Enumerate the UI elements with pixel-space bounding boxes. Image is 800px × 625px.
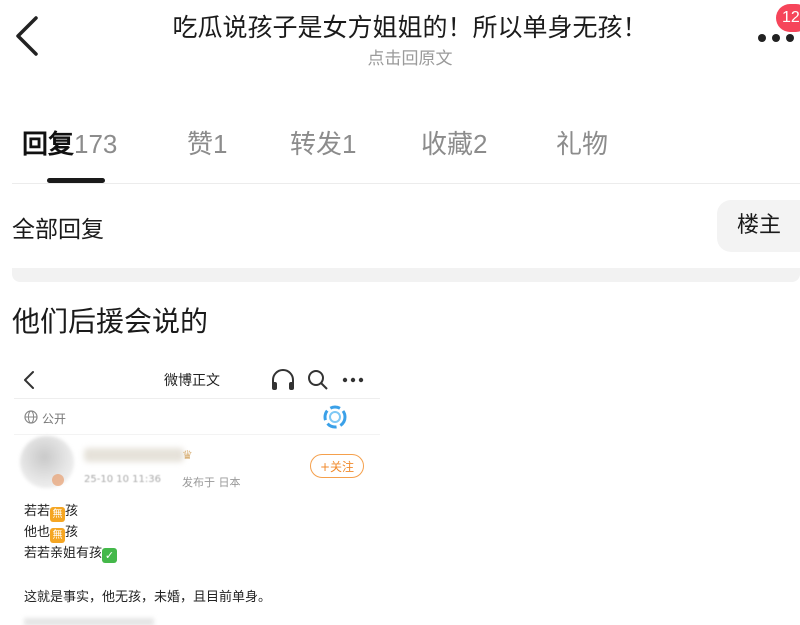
all-replies-heading: 全部回复 [12, 217, 104, 243]
tab-label: 赞 [187, 130, 214, 160]
blurred-username [84, 448, 184, 462]
tab-label: 收藏 [421, 130, 474, 160]
tab-count: 2 [473, 129, 488, 159]
author-only-filter-button[interactable]: 楼主 [717, 200, 800, 252]
post-line: 若若亲姐有孩 ✓ [24, 542, 118, 563]
avatar-badge [52, 474, 64, 486]
line-text: 若若亲姐有孩 [24, 546, 103, 561]
listen-icon [272, 369, 294, 390]
tab-count: 1 [213, 129, 228, 159]
tab-label: 回复 [22, 130, 75, 160]
tab-favorites[interactable]: 收藏2 [421, 124, 487, 161]
avatar [20, 436, 74, 488]
post-location: 发布于 日本 [182, 476, 241, 489]
post-body: 这就是事实，他无孩，未婚，且目前单身。 [24, 590, 272, 605]
comment-image[interactable]: 微博正文 公开 ♛ 25-10 10 11:36 发布于 日本 +关注 若若無孩… [14, 356, 380, 625]
tab-replies[interactable]: 回复173 [22, 124, 117, 161]
section-separator [12, 268, 800, 282]
crown-icon: ♛ [182, 448, 193, 462]
no-emoji-icon: 無 [50, 507, 66, 522]
line-text: 他也 [24, 525, 51, 540]
blurred-text [24, 618, 154, 625]
tab-bar: 回复173 赞1 转发1 收藏2 礼物 [0, 118, 800, 168]
notification-badge: 12 [776, 4, 800, 32]
follow-button: +关注 [310, 454, 364, 478]
post-line: 若若無孩 [24, 500, 78, 522]
line-text: 孩 [65, 525, 79, 540]
globe-icon [24, 410, 38, 424]
embedded-nav-title: 微博正文 [164, 373, 220, 389]
back-chevron-icon [24, 371, 34, 389]
tab-gifts[interactable]: 礼物 [556, 124, 608, 161]
tab-count: 1 [342, 129, 357, 159]
post-time: 25-10 10 11:36 [84, 474, 161, 485]
back-to-original-link[interactable]: 点击回原文 [120, 44, 700, 69]
check-mark-icon: ✓ [102, 548, 118, 563]
tab-label: 转发 [290, 130, 343, 160]
tab-label: 礼物 [556, 130, 609, 160]
top-bar: 吃瓜说孩子是女方姐姐的！所以单身无孩！ 点击回原文 12 [0, 0, 800, 80]
line-text: 若若 [24, 504, 51, 519]
comment-text: 他们后援会说的 [12, 305, 209, 338]
divider [14, 434, 380, 435]
visibility-label: 公开 [42, 412, 67, 426]
line-text: 孩 [65, 504, 79, 519]
more-dots-icon [342, 377, 364, 383]
divider [14, 398, 380, 399]
post-line: 他也無孩 [24, 521, 78, 543]
tab-reposts[interactable]: 转发1 [290, 124, 356, 161]
post-title[interactable]: 吃瓜说孩子是女方姐姐的！所以单身无孩！ [120, 8, 700, 44]
no-emoji-icon: 無 [50, 528, 66, 543]
tab-count: 173 [74, 129, 118, 159]
search-icon [308, 370, 328, 390]
divider [12, 183, 800, 184]
tab-likes[interactable]: 赞1 [187, 124, 227, 161]
swirl-badge-icon [323, 405, 347, 429]
back-chevron-icon[interactable] [12, 14, 42, 58]
